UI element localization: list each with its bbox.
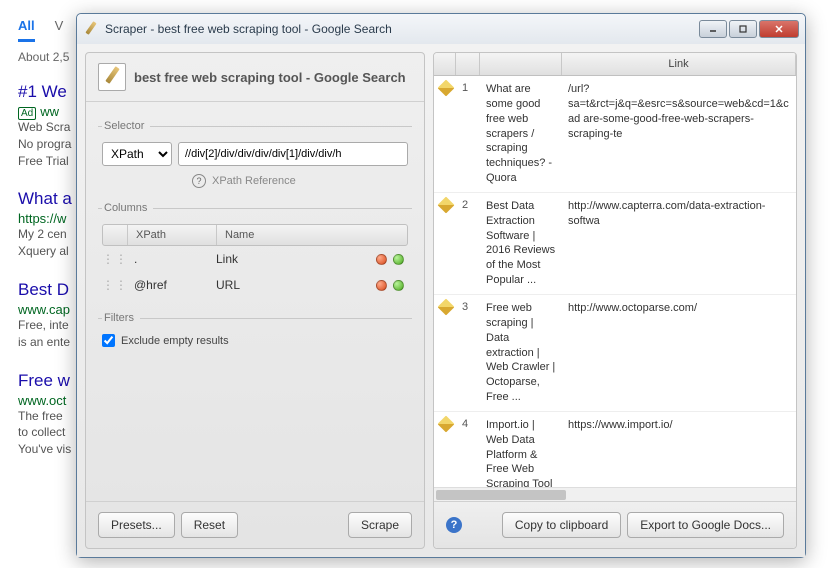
row-url: http://www.capterra.com/data-extraction-…	[562, 193, 796, 294]
titlebar[interactable]: Scraper - best free web scraping tool - …	[77, 14, 805, 44]
drag-handle-icon[interactable]: ⋮⋮	[102, 252, 126, 266]
tab-other[interactable]: V	[55, 18, 64, 42]
selector-xpath-input[interactable]	[178, 142, 408, 166]
maximize-button[interactable]	[729, 20, 757, 38]
result-row: 2Best Data Extraction Software | 2016 Re…	[434, 193, 796, 295]
row-url: https://www.import.io/	[562, 412, 796, 487]
row-url: /url?sa=t&rct=j&q=&esrc=s&source=web&cd=…	[562, 76, 796, 192]
exclude-empty-checkbox[interactable]	[102, 334, 115, 347]
document-icon	[98, 63, 126, 91]
edit-row-icon[interactable]	[438, 196, 455, 213]
edit-row-icon[interactable]	[438, 80, 455, 97]
help-button[interactable]: ?	[446, 517, 462, 533]
results-header-link: Link	[562, 53, 796, 75]
selector-legend: Selector	[102, 120, 150, 132]
column-xpath[interactable]: @href	[126, 278, 216, 292]
row-number: 4	[456, 412, 480, 487]
row-link-text: Best Data Extraction Software | 2016 Rev…	[480, 193, 562, 294]
results-panel: Link 1What are some good free web scrape…	[433, 52, 797, 549]
column-row: ⋮⋮.Link	[102, 246, 408, 272]
remove-column-icon[interactable]	[376, 280, 387, 291]
reset-button[interactable]: Reset	[181, 512, 238, 538]
row-link-text: Import.io | Web Data Platform & Free Web…	[480, 412, 562, 487]
drag-handle-icon[interactable]: ⋮⋮	[102, 278, 126, 292]
copy-clipboard-button[interactable]: Copy to clipboard	[502, 512, 621, 538]
result-row: 1What are some good free web scrapers / …	[434, 76, 796, 193]
col-header-xpath: XPath	[127, 225, 217, 245]
tab-all[interactable]: All	[18, 18, 35, 42]
close-button[interactable]	[759, 20, 799, 38]
config-panel: best free web scraping tool - Google Sea…	[85, 52, 425, 549]
help-icon[interactable]: ?	[192, 174, 206, 188]
results-body[interactable]: 1What are some good free web scrapers / …	[434, 76, 796, 487]
add-column-icon[interactable]	[393, 280, 404, 291]
column-row: ⋮⋮@hrefURL	[102, 272, 408, 298]
row-number: 3	[456, 295, 480, 411]
remove-column-icon[interactable]	[376, 254, 387, 265]
scraper-window: Scraper - best free web scraping tool - …	[76, 13, 806, 558]
filters-legend: Filters	[102, 312, 140, 324]
result-row: 3Free web scraping | Data extraction | W…	[434, 295, 796, 412]
minimize-button[interactable]	[699, 20, 727, 38]
row-link-text: What are some good free web scrapers / s…	[480, 76, 562, 192]
window-title: Scraper - best free web scraping tool - …	[105, 22, 699, 36]
add-column-icon[interactable]	[393, 254, 404, 265]
col-header-name: Name	[217, 225, 357, 245]
row-number: 2	[456, 193, 480, 294]
column-name[interactable]: Link	[216, 252, 358, 266]
row-link-text: Free web scraping | Data extraction | We…	[480, 295, 562, 411]
row-number: 1	[456, 76, 480, 192]
row-url: http://www.octoparse.com/	[562, 295, 796, 411]
edit-row-icon[interactable]	[438, 298, 455, 315]
column-xpath[interactable]: .	[126, 252, 216, 266]
horizontal-scrollbar[interactable]	[434, 487, 796, 501]
result-row: 4Import.io | Web Data Platform & Free We…	[434, 412, 796, 487]
presets-button[interactable]: Presets...	[98, 512, 175, 538]
panel-title: best free web scraping tool - Google Sea…	[134, 70, 406, 85]
scrape-button[interactable]: Scrape	[348, 512, 412, 538]
column-name[interactable]: URL	[216, 278, 358, 292]
selector-type-select[interactable]: XPath	[102, 142, 172, 166]
xpath-reference-link[interactable]: XPath Reference	[212, 175, 296, 187]
app-icon	[83, 21, 99, 37]
export-gdocs-button[interactable]: Export to Google Docs...	[627, 512, 784, 538]
exclude-empty-label: Exclude empty results	[121, 335, 229, 347]
columns-legend: Columns	[102, 202, 153, 214]
edit-row-icon[interactable]	[438, 415, 455, 432]
